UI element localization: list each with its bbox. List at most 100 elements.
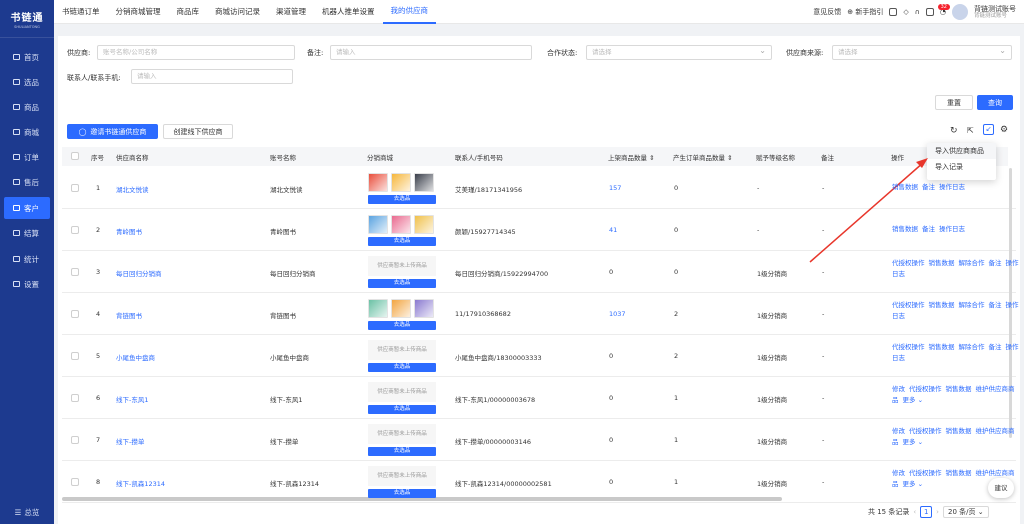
row-action-link[interactable]: 销售数据: [946, 469, 972, 477]
row-action-link[interactable]: 备注: [922, 183, 935, 191]
go-select-button[interactable]: 去选品: [368, 447, 436, 456]
row-checkbox[interactable]: [71, 436, 79, 444]
row-action-link[interactable]: 更多 ⌄: [903, 480, 924, 488]
go-select-button[interactable]: 去选品: [368, 279, 436, 288]
go-select-button[interactable]: 去选品: [368, 321, 436, 330]
row-action-link[interactable]: 代授权操作: [909, 427, 942, 435]
contact: 线下-攒单/00000003146: [455, 438, 532, 446]
go-select-button[interactable]: 去选品: [368, 363, 436, 372]
product-thumbnail[interactable]: [368, 299, 388, 318]
row-checkbox[interactable]: [71, 184, 79, 192]
go-select-button[interactable]: 去选品: [368, 405, 436, 414]
product-thumbnail[interactable]: [368, 173, 388, 192]
row-no: 1: [96, 184, 101, 192]
row-action-link[interactable]: 代授权操作: [892, 259, 925, 267]
product-thumbnail[interactable]: [391, 215, 411, 234]
listed-count[interactable]: 1037: [609, 310, 626, 318]
product-thumbnail[interactable]: [368, 215, 388, 234]
contact: 11/17910368682: [455, 310, 511, 318]
level-name: 1级分销商: [757, 312, 788, 320]
supplier-name-link[interactable]: 线下-攒单: [116, 436, 144, 446]
product-thumbnail[interactable]: [391, 299, 411, 318]
row-actions: 销售数据 备注 操作日志: [892, 182, 1020, 193]
contact: 线下-东风1/00000003678: [455, 396, 536, 404]
row-action-link[interactable]: 更多 ⌄: [903, 396, 924, 404]
order-count: 1: [674, 478, 679, 486]
product-thumbnail[interactable]: [414, 215, 434, 234]
row-action-link[interactable]: 备注: [922, 225, 935, 233]
product-thumbnail[interactable]: [414, 299, 434, 318]
row-action-link[interactable]: 更多 ⌄: [903, 438, 924, 446]
row-action-link[interactable]: 备注: [989, 343, 1002, 351]
listed-count[interactable]: 157: [609, 184, 621, 192]
supplier-name-link[interactable]: 线下-凯森12314: [116, 478, 165, 488]
supplier-name-link[interactable]: 湖北文悦读: [116, 184, 149, 194]
row-checkbox[interactable]: [71, 310, 79, 318]
supplier-name-link[interactable]: 每日回归分销商: [116, 268, 162, 278]
supplier-name-link[interactable]: 背链图书: [116, 310, 142, 320]
row-action-link[interactable]: 代授权操作: [909, 469, 942, 477]
row-no: 4: [96, 310, 101, 318]
go-select-button[interactable]: 去选品: [368, 237, 436, 246]
row-action-link[interactable]: 修改: [892, 385, 905, 393]
row-action-link[interactable]: 解除合作: [959, 343, 985, 351]
supplier-name-link[interactable]: 青岭图书: [116, 226, 142, 236]
row-checkbox[interactable]: [71, 352, 79, 360]
row-action-link[interactable]: 代授权操作: [909, 385, 942, 393]
row-action-link[interactable]: 销售数据: [929, 301, 955, 309]
row-action-link[interactable]: 解除合作: [959, 259, 985, 267]
go-select-button[interactable]: 去选品: [368, 195, 436, 204]
row-action-link[interactable]: 代授权操作: [892, 343, 925, 351]
order-count: 0: [674, 184, 679, 192]
mall-thumbnails[interactable]: [368, 173, 434, 192]
mall-thumbnails[interactable]: [368, 299, 434, 318]
mall-thumbnails[interactable]: [368, 215, 434, 234]
supplier-name-link[interactable]: 线下-东风1: [116, 394, 148, 404]
row-action-link[interactable]: 解除合作: [959, 301, 985, 309]
page-size-select[interactable]: 20 条/页 ⌄: [942, 506, 989, 518]
prev-page-icon[interactable]: ‹: [913, 508, 916, 516]
product-thumbnail[interactable]: [414, 173, 434, 192]
listed-count: 0: [609, 436, 614, 444]
level-name: 1级分销商: [757, 438, 788, 446]
row-action-link[interactable]: 操作日志: [939, 225, 965, 233]
row-action-link[interactable]: 销售数据: [946, 427, 972, 435]
contact: 艾美瑾/18171341956: [455, 186, 523, 194]
page-number[interactable]: 1: [920, 506, 933, 518]
row-action-link[interactable]: 备注: [989, 259, 1002, 267]
row-action-link[interactable]: 修改: [892, 427, 905, 435]
listed-count: 0: [609, 394, 614, 402]
mall-empty-text: 供应商暂未上传商品: [368, 466, 436, 486]
row-action-link[interactable]: 销售数据: [929, 343, 955, 351]
go-select-button[interactable]: 去选品: [368, 489, 436, 498]
row-action-link[interactable]: 代授权操作: [892, 301, 925, 309]
row-action-link[interactable]: 备注: [989, 301, 1002, 309]
account-name: 青岭图书: [270, 228, 296, 236]
row-no: 8: [96, 478, 101, 486]
row-no: 7: [96, 436, 101, 444]
row-action-link[interactable]: 销售数据: [946, 385, 972, 393]
pagination: 共 15 条记录 ‹ 1 › 20 条/页 ⌄: [868, 506, 989, 518]
account-name: 背链图书: [270, 312, 296, 320]
account-name: 小尾鱼中盘商: [270, 354, 309, 362]
row-checkbox[interactable]: [71, 226, 79, 234]
contact: 小尾鱼中盘商/18300003333: [455, 354, 542, 362]
total-records: 共 15 条记录: [868, 508, 910, 516]
product-thumbnail[interactable]: [391, 173, 411, 192]
row-action-link[interactable]: 操作日志: [939, 183, 965, 191]
row-action-link[interactable]: 销售数据: [929, 259, 955, 267]
order-count: 2: [674, 310, 679, 318]
row-no: 3: [96, 268, 101, 276]
row-action-link[interactable]: 修改: [892, 469, 905, 477]
account-name: 每日回归分销商: [270, 270, 316, 278]
next-page-icon[interactable]: ›: [936, 508, 939, 516]
row-checkbox[interactable]: [71, 394, 79, 402]
row-action-link[interactable]: 销售数据: [892, 225, 918, 233]
mall-empty-text: 供应商暂未上传商品: [368, 424, 436, 444]
supplier-name-link[interactable]: 小尾鱼中盘商: [116, 352, 155, 362]
row-checkbox[interactable]: [71, 268, 79, 276]
row-action-link[interactable]: 销售数据: [892, 183, 918, 191]
listed-count[interactable]: 41: [609, 226, 617, 234]
row-no: 2: [96, 226, 101, 234]
row-checkbox[interactable]: [71, 478, 79, 486]
